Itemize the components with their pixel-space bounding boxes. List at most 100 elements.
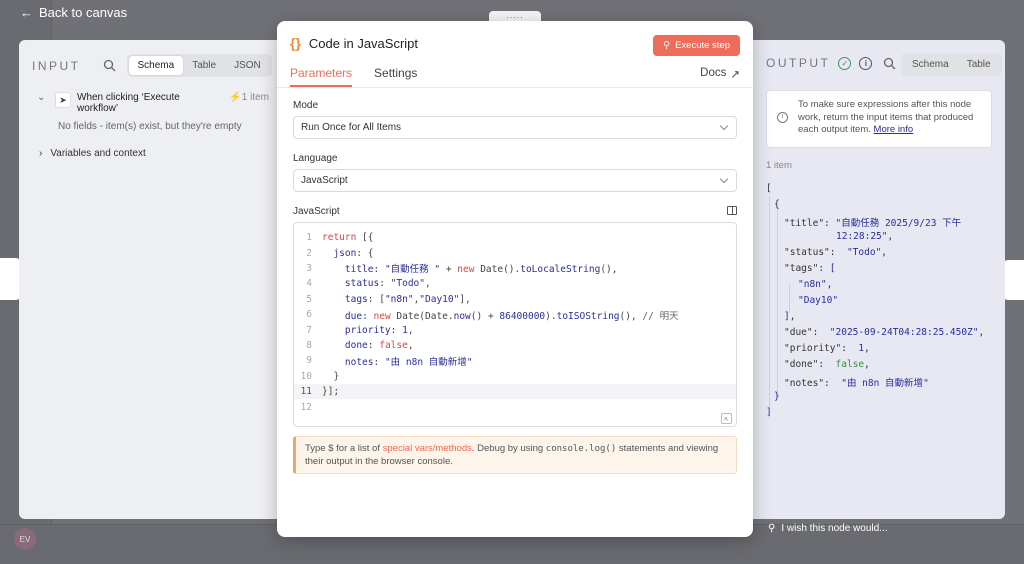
code-line[interactable]: 1 return [{ [294, 230, 736, 245]
input-title: INPUT [32, 58, 81, 73]
node-title[interactable]: Code in JavaScript [309, 36, 418, 51]
output-view-toggle: Schema Table [901, 53, 1002, 76]
code-text: due: new Date(Date.now() + 86400000).toI… [344, 310, 679, 322]
tab-settings[interactable]: Settings [374, 66, 417, 87]
trigger-item-count: ⚡1 item [229, 92, 269, 103]
line-number: 7 [306, 324, 312, 336]
output-info-box: i To make sure expressions after this no… [766, 90, 992, 148]
flask-icon: ⚲ [663, 40, 671, 51]
input-tab-json[interactable]: JSON [225, 56, 270, 75]
code-line[interactable]: 10 } [294, 369, 736, 384]
line-number: 2 [306, 247, 312, 259]
json-done-value: false [835, 359, 865, 370]
code-text: } [322, 370, 340, 382]
trigger-node-name: When clicking ‘Execute workflow’ [77, 92, 180, 114]
mode-value: Run Once for All Items [301, 122, 402, 133]
info-icon[interactable]: i [859, 56, 873, 70]
line-number: 11 [300, 386, 312, 398]
feedback-link[interactable]: ⚲ I wish this node would... [768, 523, 888, 534]
pointer-icon: ➤ [55, 92, 71, 108]
code-line[interactable]: 9 notes: "由 n8n 自動新增" [294, 353, 736, 368]
line-number: 1 [306, 232, 312, 244]
info-icon: i [777, 112, 788, 123]
code-line[interactable]: 8 done: false, [294, 338, 736, 353]
json-tag-1: Day10 [803, 295, 833, 306]
output-tab-table[interactable]: Table [958, 55, 1000, 74]
input-view-toggle: Schema Table JSON [126, 54, 272, 77]
external-link-icon: ↗ [730, 69, 740, 81]
language-select[interactable]: JavaScript [293, 169, 737, 192]
variables-context-row[interactable]: › Variables and context [39, 148, 146, 159]
docs-link[interactable]: Docs ↗ [700, 67, 740, 81]
back-to-canvas-label: Back to canvas [39, 5, 128, 20]
chevron-down-icon [719, 174, 729, 184]
code-line[interactable]: 5 tags: ["n8n","Day10"], [294, 292, 736, 307]
trigger-node-row[interactable]: ⌄ ➤ When clicking ‘Execute workflow’ ⚡1 … [37, 92, 269, 114]
input-tab-table[interactable]: Table [183, 56, 225, 75]
lightbulb-icon: ⚲ [768, 523, 776, 534]
hint-prefix: Type $ for a list of [305, 443, 380, 454]
line-number: 6 [306, 309, 312, 321]
code-text: }]; [322, 386, 340, 398]
code-text: return [{ [322, 232, 374, 244]
code-line[interactable]: 7 priority: 1, [294, 322, 736, 337]
input-panel: INPUT Schema Table JSON ⌄ ➤ When clickin… [19, 40, 281, 519]
json-priority-value: 1 [858, 343, 865, 354]
execute-step-button[interactable]: ⚲ Execute step [653, 35, 740, 56]
more-info-link[interactable]: More info [874, 124, 914, 135]
output-tab-schema[interactable]: Schema [903, 55, 958, 74]
check-circle-icon: ✓ [838, 56, 852, 70]
json-tag-0: n8n [803, 279, 821, 290]
code-line[interactable]: 11}]; [294, 384, 736, 400]
json-notes-value: 由 n8n 自動新增 [846, 378, 924, 389]
line-number: 9 [306, 355, 312, 367]
mode-label: Mode [293, 100, 319, 111]
tab-parameters[interactable]: Parameters [290, 66, 353, 87]
code-line[interactable]: 3 title: "自動任務 " + new Date().toLocaleSt… [294, 261, 736, 276]
line-number: 4 [306, 278, 312, 290]
left-node-stub [0, 258, 20, 300]
right-node-stub [1004, 260, 1024, 300]
special-vars-link[interactable]: special vars/methods [383, 443, 472, 454]
arrow-left-icon: ← [20, 5, 33, 20]
chevron-down-icon[interactable]: ⌄ [37, 92, 49, 103]
mode-select[interactable]: Run Once for All Items [293, 116, 737, 139]
code-editor[interactable]: 1 return [{2 json: {3 title: "自動任務 " + ne… [293, 222, 737, 427]
output-title: OUTPUT [766, 56, 831, 70]
code-line[interactable]: 2 json: { [294, 245, 736, 260]
input-tab-schema[interactable]: Schema [128, 56, 184, 75]
json-title-cont: 12:28:25 [836, 231, 882, 242]
code-text: tags: ["n8n","Day10"], [344, 293, 471, 305]
code-line[interactable]: 12 [294, 399, 736, 414]
search-icon[interactable] [880, 54, 898, 72]
json-status-value: Todo [852, 247, 876, 258]
language-value: JavaScript [301, 175, 348, 186]
line-number: 12 [300, 401, 312, 413]
code-text: priority: 1, [344, 324, 414, 336]
avatar[interactable]: EV [14, 528, 36, 550]
code-text: json: { [333, 247, 374, 259]
code-label: JavaScript [293, 206, 340, 217]
line-number: 5 [306, 293, 312, 305]
json-title-value: 自動任務 2025/9/23 下午 [841, 218, 962, 229]
back-to-canvas-link[interactable]: ← Back to canvas [20, 5, 127, 20]
code-line[interactable]: 6 due: new Date(Date.now() + 86400000).t… [294, 307, 736, 322]
bolt-icon: ⚡ [229, 92, 242, 103]
language-label: Language [293, 153, 338, 164]
feedback-label: I wish this node would... [781, 523, 888, 534]
chevron-down-icon [719, 121, 729, 131]
trigger-count-text: 1 item [241, 92, 269, 103]
search-icon[interactable] [101, 57, 119, 75]
node-editor-panel: {} Code in JavaScript ⚲ Execute step Par… [277, 21, 753, 537]
output-panel: OUTPUT ✓ i Schema Table i To make sure e… [752, 40, 1005, 519]
execute-step-label: Execute step [675, 40, 730, 51]
hint-code: console.log() [545, 444, 617, 454]
line-number: 10 [300, 370, 312, 382]
format-icon[interactable]: ⇱ [721, 413, 732, 424]
code-text: title: "自動任務 " + new Date().toLocaleStri… [344, 264, 618, 276]
chevron-right-icon: › [39, 148, 43, 159]
no-fields-message: No fields - item(s) exist, but they're e… [58, 121, 242, 132]
expand-editor-icon[interactable] [727, 206, 737, 215]
code-text: status: "Todo", [344, 278, 431, 290]
code-line[interactable]: 4 status: "Todo", [294, 276, 736, 291]
